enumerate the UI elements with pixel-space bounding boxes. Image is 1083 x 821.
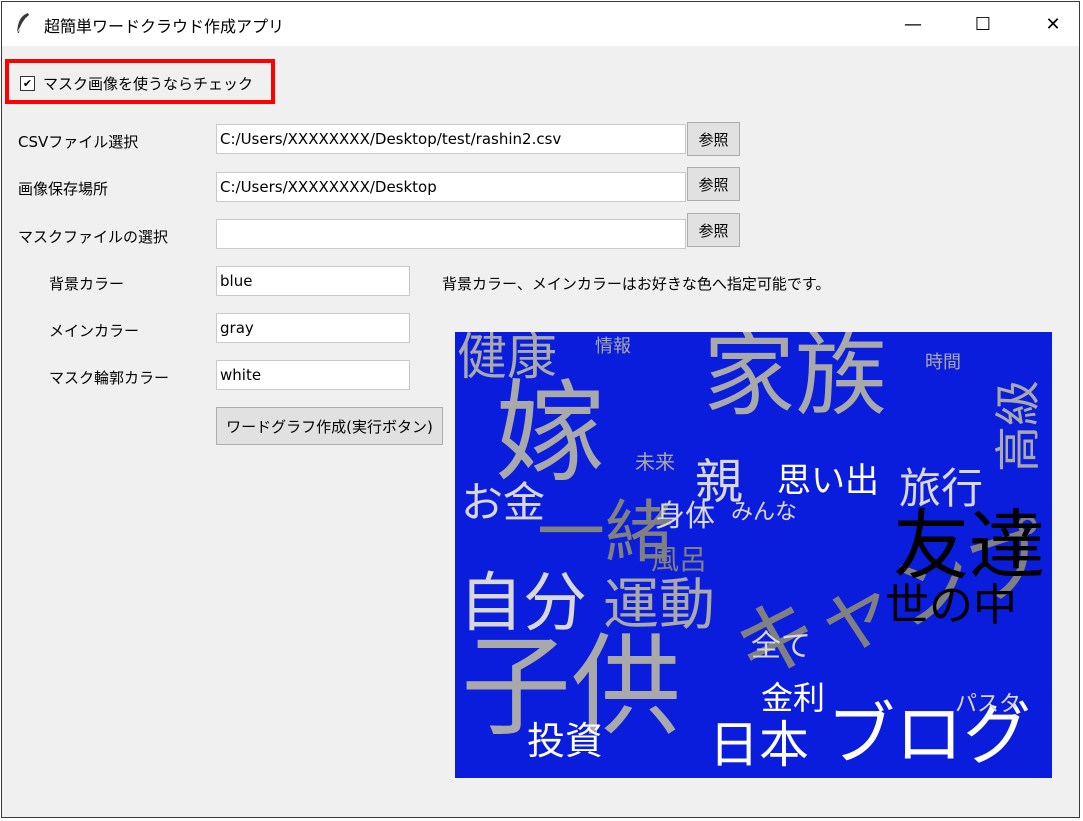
mask-outline-color-field[interactable] bbox=[216, 360, 410, 390]
create-wordgraph-button[interactable]: ワードグラフ作成(実行ボタン) bbox=[216, 407, 443, 445]
cloud-word: 日本 bbox=[709, 716, 809, 774]
mask-path-field[interactable] bbox=[216, 219, 686, 249]
wordcloud-image: 家族 嫁 子供 キャンプ 友達 世の中 自分 運動 一緒 ブログ 日本 健康 高… bbox=[455, 332, 1052, 778]
cloud-word: 情報 bbox=[595, 336, 631, 357]
cloud-word: 全て bbox=[751, 629, 811, 664]
maximize-button[interactable]: ☐ bbox=[948, 2, 1018, 46]
bg-color-field[interactable] bbox=[216, 266, 410, 296]
color-note: 背景カラー、メインカラーはお好きな色へ指定可能です。 bbox=[442, 275, 831, 293]
cloud-word: 思い出 bbox=[777, 461, 879, 501]
mask-outline-color-label: マスク輪郭カラー bbox=[49, 369, 170, 387]
cloud-word: お金 bbox=[461, 478, 546, 527]
cloud-word: 風呂 bbox=[651, 543, 708, 576]
cloud-word: 時間 bbox=[925, 352, 961, 373]
minimize-button[interactable]: — bbox=[878, 2, 948, 46]
cloud-word: 身体 bbox=[655, 499, 715, 534]
csv-path-field[interactable] bbox=[216, 124, 686, 154]
cloud-word: 高級 bbox=[991, 380, 1045, 472]
mask-file-label: マスクファイルの選択 bbox=[18, 228, 169, 246]
feather-icon bbox=[16, 13, 29, 34]
cloud-word: 金利 bbox=[761, 679, 826, 717]
app-window: 超簡単ワードクラウド作成アプリ — ☐ ✕ ✔ マスク画像を使うならチェック C… bbox=[1, 1, 1080, 818]
mask-checkbox[interactable]: ✔ マスク画像を使うならチェック bbox=[20, 70, 253, 96]
cloud-word: 投資 bbox=[527, 719, 604, 763]
bg-color-label: 背景カラー bbox=[49, 275, 125, 293]
cloud-word: 自分 bbox=[459, 567, 587, 641]
main-color-field[interactable] bbox=[216, 313, 410, 343]
save-location-label: 画像保存場所 bbox=[18, 180, 109, 198]
cloud-word: 嫁 bbox=[495, 369, 605, 497]
close-button[interactable]: ✕ bbox=[1018, 2, 1083, 46]
cloud-word: 健康 bbox=[457, 332, 557, 386]
mask-browse-button[interactable]: 参照 bbox=[687, 213, 740, 247]
cloud-word: 運動 bbox=[603, 573, 715, 638]
cloud-word: 旅行 bbox=[899, 464, 984, 513]
cloud-word: パスタ bbox=[955, 692, 1022, 717]
checkbox-label: マスク画像を使うならチェック bbox=[43, 74, 254, 93]
csv-label: CSVファイル選択 bbox=[18, 133, 139, 151]
cloud-word: みんな bbox=[731, 500, 798, 525]
cloud-word: 友達 bbox=[893, 501, 1045, 590]
save-path-field[interactable] bbox=[216, 172, 686, 202]
cloud-word: 世の中 bbox=[885, 580, 1017, 631]
title-bar: 超簡単ワードクラウド作成アプリ — ☐ ✕ bbox=[2, 2, 1079, 46]
window-title: 超簡単ワードクラウド作成アプリ bbox=[44, 17, 285, 36]
save-browse-button[interactable]: 参照 bbox=[687, 167, 740, 201]
cloud-word: 未来 bbox=[635, 450, 675, 474]
csv-browse-button[interactable]: 参照 bbox=[687, 122, 740, 156]
checkbox-mark[interactable]: ✔ bbox=[20, 75, 35, 91]
cloud-word: 家族 bbox=[703, 332, 888, 429]
main-color-label: メインカラー bbox=[49, 322, 140, 340]
